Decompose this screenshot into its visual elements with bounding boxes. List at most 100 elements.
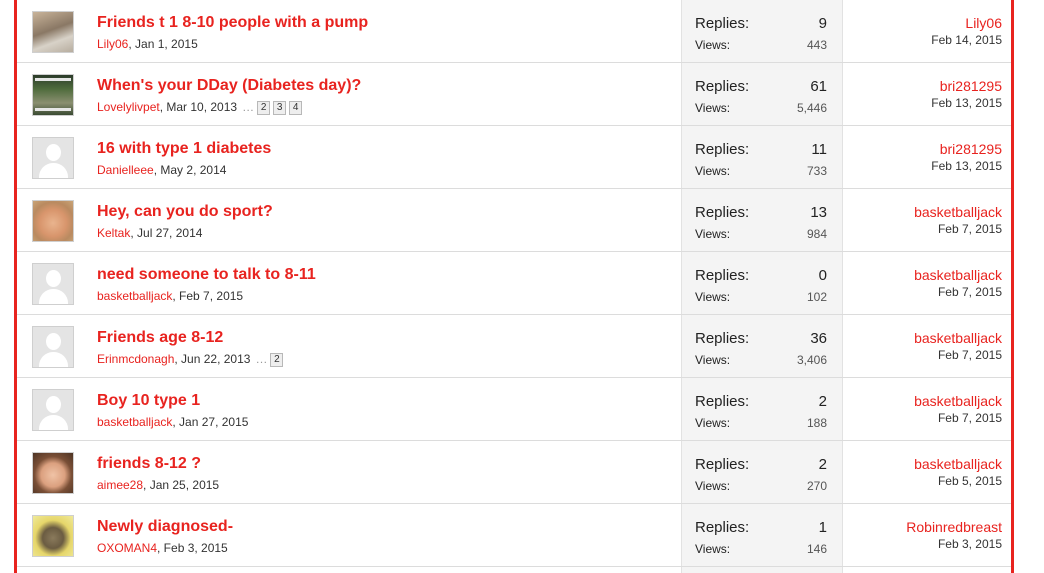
page-link[interactable]: 2	[257, 101, 271, 115]
thread-title-link[interactable]: Friends t 1 8-10 people with a pump	[97, 14, 368, 32]
user-avatar[interactable]	[32, 200, 74, 242]
view-count: 443	[806, 38, 827, 52]
view-count: 102	[806, 290, 827, 304]
user-avatar[interactable]	[32, 515, 74, 557]
thread-start-date: , Jan 1, 2015	[128, 37, 198, 51]
user-avatar[interactable]	[32, 11, 74, 53]
thread-author-link[interactable]: basketballjack	[97, 415, 172, 429]
view-count: 733	[806, 164, 827, 178]
reply-count: 36	[810, 330, 827, 347]
last-poster-link[interactable]: basketballjack	[914, 393, 1002, 409]
thread-meta: Erinmcdonagh, Jun 22, 2013 … 2	[97, 352, 284, 367]
thread-title-link[interactable]: Friends age 8-12	[97, 329, 223, 347]
last-post-date-link[interactable]: Feb 5, 2015	[938, 474, 1002, 488]
user-avatar[interactable]	[32, 452, 74, 494]
thread-author-link[interactable]: OXOMAN4	[97, 541, 157, 555]
thread-row: Friends t 1 8-10 people with a pump Lily…	[17, 0, 1011, 63]
replies-label: Replies:	[695, 141, 750, 158]
thread-row: 16 with type 1 diabetes Danielleee, May …	[17, 126, 1011, 189]
thread-author-link[interactable]: aimee28	[97, 478, 143, 492]
last-poster-link[interactable]: basketballjack	[914, 456, 1002, 472]
views-label: Views:	[695, 542, 731, 556]
thread-row: Friends age 8-12 Erinmcdonagh, Jun 22, 2…	[17, 315, 1011, 378]
thread-author-link[interactable]: Lovelylivpet	[97, 100, 160, 114]
view-count: 146	[806, 542, 827, 556]
thread-title-link[interactable]: When's your DDay (Diabetes day)?	[97, 77, 361, 95]
views-label: Views:	[695, 38, 731, 52]
page-links: … 2	[255, 352, 284, 367]
thread-meta: basketballjack, Feb 7, 2015	[97, 289, 243, 303]
last-post-date-link[interactable]: Feb 13, 2015	[931, 96, 1002, 110]
reply-count: 9	[818, 15, 827, 32]
views-label: Views:	[695, 416, 731, 430]
view-count: 984	[806, 227, 827, 241]
last-poster-link[interactable]: basketballjack	[914, 267, 1002, 283]
views-label: Views:	[695, 164, 731, 178]
thread-author-link[interactable]: Erinmcdonagh	[97, 352, 174, 366]
user-avatar[interactable]	[32, 74, 74, 116]
thread-meta: aimee28, Jan 25, 2015	[97, 478, 219, 492]
reply-count: 0	[818, 267, 827, 284]
last-poster-link[interactable]: bri281295	[940, 78, 1002, 94]
last-poster-link[interactable]: Robinredbreast	[906, 519, 1002, 535]
last-post-date-link[interactable]: Feb 14, 2015	[931, 33, 1002, 47]
thread-start-date: , Feb 3, 2015	[157, 541, 228, 555]
thread-start-date: , Mar 10, 2013	[159, 100, 238, 114]
thread-title-link[interactable]: Boy 10 type 1	[97, 392, 200, 410]
thread-title-link[interactable]: friends 8-12 ?	[97, 455, 201, 473]
replies-label: Replies:	[695, 78, 750, 95]
replies-label: Replies:	[695, 519, 750, 536]
page-link[interactable]: 3	[273, 101, 287, 115]
views-label: Views:	[695, 290, 731, 304]
thread-start-date: , May 2, 2014	[153, 163, 227, 177]
default-avatar[interactable]	[32, 389, 74, 431]
reply-count: 11	[811, 141, 827, 158]
thread-title-link[interactable]: 16 with type 1 diabetes	[97, 140, 271, 158]
thread-row: friends 8-12 ? aimee28, Jan 25, 2015 Rep…	[17, 441, 1011, 504]
last-poster-link[interactable]: basketballjack	[914, 204, 1002, 220]
thread-start-date: , Jan 27, 2015	[172, 415, 249, 429]
page-links: … 2 3 4	[242, 100, 303, 115]
views-label: Views:	[695, 479, 731, 493]
replies-label: Replies:	[695, 393, 750, 410]
thread-title-link[interactable]: Newly diagnosed-	[97, 518, 233, 536]
thread-title-link[interactable]: need someone to talk to 8-11	[97, 266, 316, 284]
thread-author-link[interactable]: Danielleee	[97, 163, 154, 177]
reply-count: 2	[818, 456, 827, 473]
last-post-date-link[interactable]: Feb 7, 2015	[938, 411, 1002, 425]
last-post-date-link[interactable]: Feb 7, 2015	[938, 285, 1002, 299]
view-count: 5,446	[796, 101, 827, 115]
last-post-date-link[interactable]: Feb 7, 2015	[938, 348, 1002, 362]
last-poster-link[interactable]: basketballjack	[914, 330, 1002, 346]
thread-author-link[interactable]: Keltak	[97, 226, 130, 240]
reply-count: 61	[810, 78, 827, 95]
replies-label: Replies:	[695, 330, 750, 347]
thread-row: need someone to talk to 8-11 basketballj…	[17, 252, 1011, 315]
views-label: Views:	[695, 353, 731, 367]
last-poster-link[interactable]: Lily06	[965, 15, 1002, 31]
replies-label: Replies:	[695, 204, 750, 221]
last-post-date-link[interactable]: Feb 3, 2015	[938, 537, 1002, 551]
view-count: 188	[806, 416, 827, 430]
replies-label: Replies:	[695, 15, 750, 32]
default-avatar[interactable]	[32, 263, 74, 305]
thread-row: When's your DDay (Diabetes day)? Lovelyl…	[17, 63, 1011, 126]
thread-author-link[interactable]: Lily06	[97, 37, 128, 51]
thread-start-date: , Feb 7, 2015	[172, 289, 244, 303]
thread-author-link[interactable]: basketballjack	[97, 289, 172, 303]
reply-count: 13	[810, 204, 827, 221]
thread-meta: Danielleee, May 2, 2014	[97, 163, 226, 177]
views-label: Views:	[695, 227, 731, 241]
replies-label: Replies:	[695, 456, 750, 473]
reply-count: 2	[818, 393, 827, 410]
thread-title-link[interactable]: Hey, can you do sport?	[97, 203, 273, 221]
last-poster-link[interactable]: bri281295	[940, 141, 1002, 157]
page-link[interactable]: 4	[289, 101, 303, 115]
page-link[interactable]: 2	[270, 353, 284, 367]
thread-meta: Lily06, Jan 1, 2015	[97, 37, 198, 51]
default-avatar[interactable]	[32, 326, 74, 368]
default-avatar[interactable]	[32, 137, 74, 179]
last-post-date-link[interactable]: Feb 7, 2015	[938, 222, 1002, 236]
last-post-date-link[interactable]: Feb 13, 2015	[931, 159, 1002, 173]
view-count: 3,406	[796, 353, 827, 367]
